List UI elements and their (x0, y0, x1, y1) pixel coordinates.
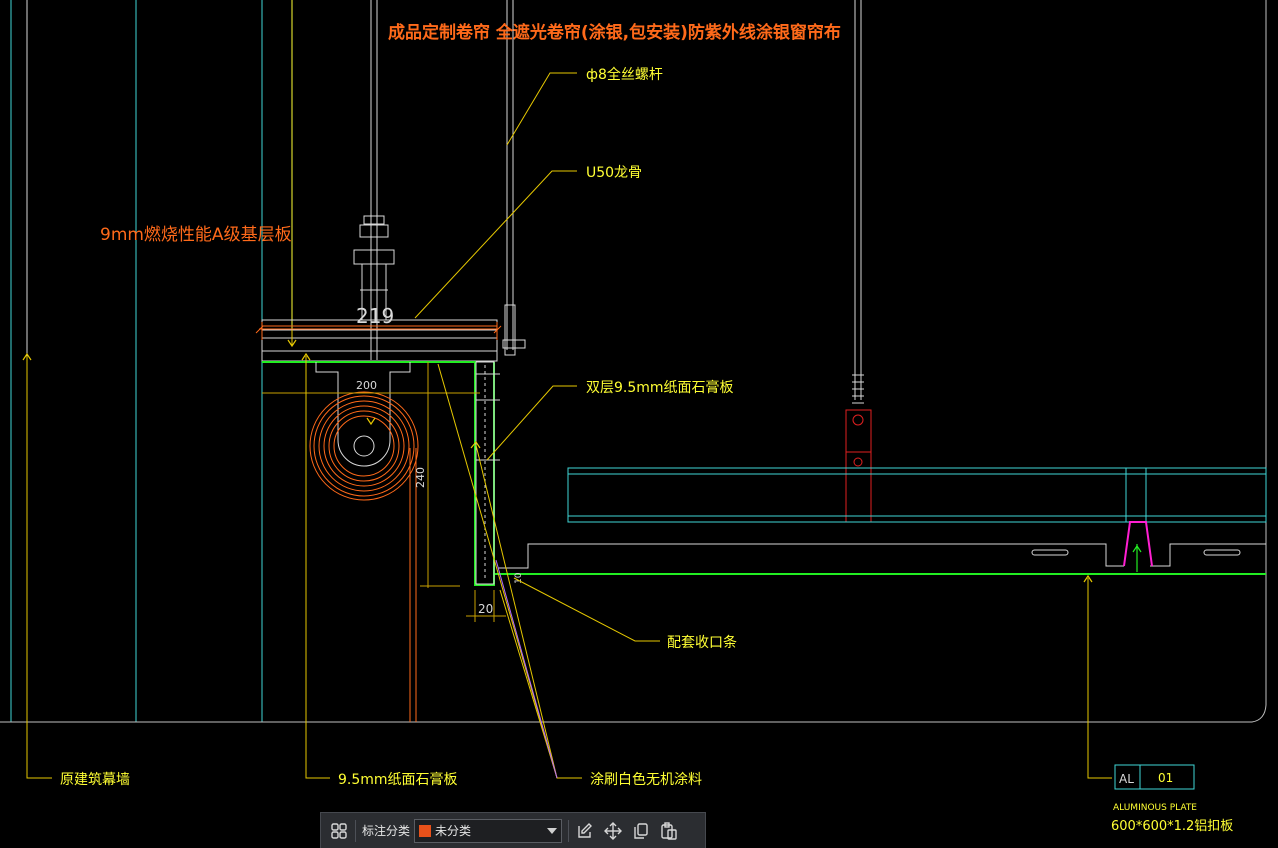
category-color-swatch (419, 824, 432, 837)
paste-icon (661, 821, 677, 840)
category-label: 标注分类 (362, 824, 411, 838)
hanger-clip (845, 409, 872, 523)
label-gypsum-board: 9.5mm纸面石膏板 (338, 771, 458, 788)
label-double-gypsum: 双层9.5mm纸面石膏板 (586, 379, 734, 396)
hanging-rods (291, 0, 862, 400)
tag-plate-en: ALUMINOUS PLATE (1113, 803, 1197, 813)
tag-plate-cn: 600*600*1.2铝扣板 (1111, 819, 1233, 834)
tag-number-text: 01 (1158, 771, 1173, 785)
rod-bolt (502, 304, 526, 356)
dim-240-text: 240 (414, 467, 427, 488)
copy-button[interactable] (627, 817, 655, 845)
label-curtain-wall: 原建筑幕墙 (60, 772, 130, 788)
copy-icon (634, 822, 648, 839)
category-select-value: 未分类 (435, 824, 472, 838)
threaded-rod-end (852, 374, 864, 404)
category-select[interactable]: 未分类 (414, 818, 563, 843)
curtain-wall-lines (10, 0, 263, 722)
green-marker (1132, 544, 1142, 572)
leader-arrows (22, 339, 1093, 583)
view-boundary (0, 0, 1267, 723)
edit-button[interactable] (571, 817, 599, 845)
grid-button[interactable] (325, 817, 353, 845)
annotation-toolbar: 标注分类 未分类 (320, 812, 706, 848)
paste-button[interactable] (655, 817, 683, 845)
label-trim-strip: 配套收口条 (667, 634, 737, 651)
toolbar-separator (568, 819, 570, 842)
keel-clip (1123, 521, 1153, 567)
label-white-paint: 涂刷白色无机涂料 (590, 771, 702, 788)
ceiling-keel-main (567, 467, 1267, 523)
label-threaded-rod: ф8全丝螺杆 (586, 66, 663, 83)
vertical-cladding (475, 361, 500, 585)
tag-al-text: AL (1119, 772, 1134, 786)
dim-219-text: 219 (356, 304, 394, 328)
drawing-title: 成品定制卷帘 全遮光卷帘(涂银,包安装)防紫外线涂银窗帘布 (388, 22, 841, 43)
roller-coils (309, 391, 419, 722)
move-icon (604, 821, 623, 840)
cad-drawing-canvas[interactable]: 219 200 240 20 10 成品定制卷帘 全遮光卷帘(涂银,包安装)防紫… (0, 0, 1278, 848)
edit-icon (578, 822, 593, 838)
leader-line-paint (495, 559, 558, 779)
leader-lines (26, 72, 1112, 779)
dim-20-text: 20 (478, 602, 493, 616)
chevron-down-icon (547, 827, 558, 834)
label-u50-keel: U50龙骨 (586, 165, 642, 181)
dim-200-text: 200 (356, 379, 377, 392)
grid-icon (331, 822, 347, 839)
toolbar-separator (355, 819, 356, 842)
move-button[interactable] (599, 817, 627, 845)
label-a-grade-board: 9mm燃烧性能A级基层板 (100, 225, 292, 245)
